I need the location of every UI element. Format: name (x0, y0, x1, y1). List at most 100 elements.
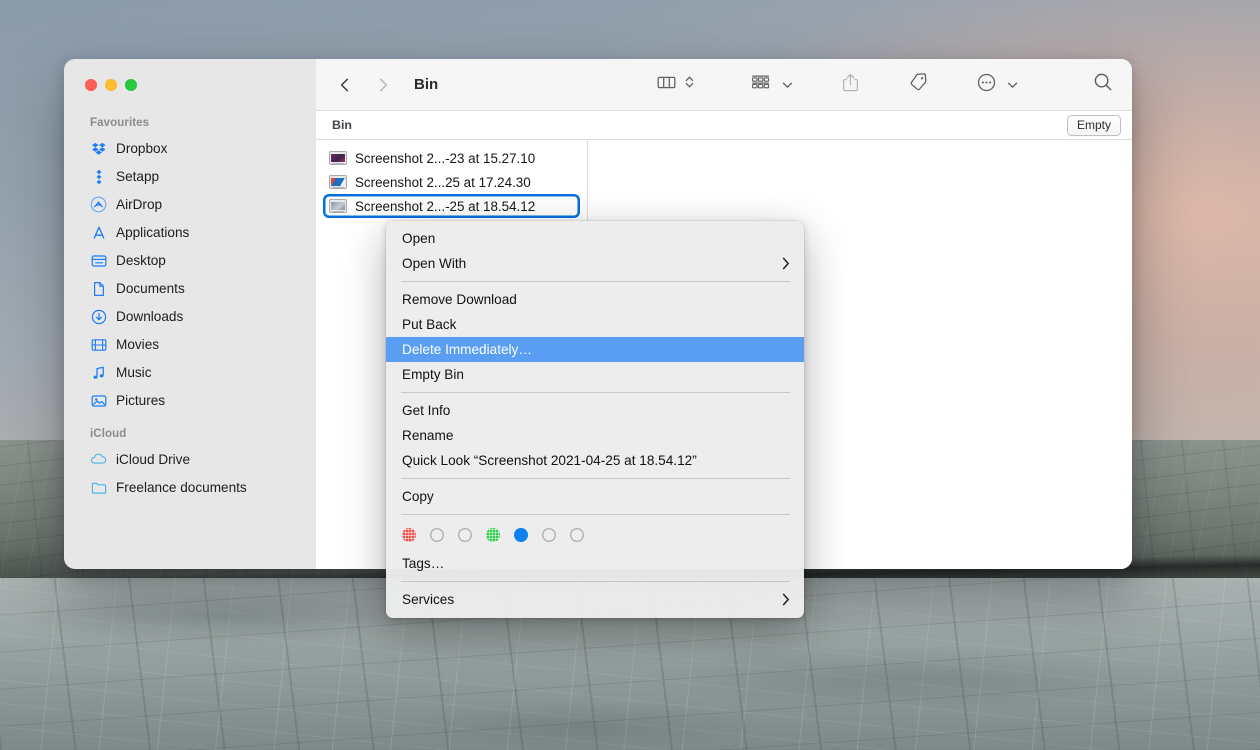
tag-color-red[interactable] (402, 528, 416, 542)
menu-item-label: Rename (402, 428, 454, 443)
chevron-updown-icon (685, 74, 694, 95)
share-button[interactable] (840, 72, 861, 98)
forward-button[interactable] (370, 72, 396, 98)
search-button[interactable] (1091, 72, 1115, 98)
column-view-icon (657, 74, 676, 96)
sidebar-item-pictures[interactable]: Pictures (73, 387, 307, 414)
sidebar-item-label: Freelance documents (116, 480, 247, 495)
file-row[interactable]: Screenshot 2...25 at 17.24.30 (323, 170, 580, 194)
tag-color-grey[interactable] (570, 528, 584, 542)
sidebar-item-desktop[interactable]: Desktop (73, 247, 307, 274)
back-button[interactable] (332, 72, 358, 98)
menu-item-label: Empty Bin (402, 367, 464, 382)
more-actions-button[interactable] (975, 72, 1020, 98)
close-button[interactable] (85, 79, 97, 91)
menu-item-rename[interactable]: Rename (386, 423, 804, 448)
tag-color-purple[interactable] (542, 528, 556, 542)
menu-item-label: Tags… (402, 556, 445, 571)
sidebar-item-downloads[interactable]: Downloads (73, 303, 307, 330)
menu-separator (401, 581, 790, 582)
menu-item-empty-bin[interactable]: Empty Bin (386, 362, 804, 387)
menu-item-label: Remove Download (402, 292, 517, 307)
menu-item-delete-immediately[interactable]: Delete Immediately… (386, 337, 804, 362)
finder-toolbar: Bin (316, 59, 1132, 111)
sidebar-item-music[interactable]: Music (73, 359, 307, 386)
sidebar-item-setapp[interactable]: Setapp (73, 163, 307, 190)
setapp-icon (90, 168, 107, 185)
menu-item-label: Delete Immediately… (402, 342, 532, 357)
desktop-icon (90, 252, 107, 269)
menu-item-label: Open With (402, 256, 467, 271)
menu-item-label: Open (402, 231, 436, 246)
menu-item-tags[interactable]: Tags… (386, 551, 804, 576)
menu-item-open-with[interactable]: Open With (386, 251, 804, 276)
sidebar-item-freelance-documents[interactable]: Freelance documents (73, 474, 307, 501)
sidebar-item-label: Dropbox (116, 141, 168, 156)
search-icon (1093, 72, 1113, 97)
sidebar-item-label: Movies (116, 337, 160, 352)
file-name: Screenshot 2...25 at 17.24.30 (355, 174, 531, 190)
cloud-icon (90, 451, 107, 468)
file-row-selected[interactable]: Screenshot 2...-25 at 18.54.12 (323, 194, 580, 218)
sidebar-item-label: Pictures (116, 393, 166, 408)
menu-item-services[interactable]: Services (386, 587, 804, 612)
share-icon (842, 73, 859, 97)
ellipsis-circle-icon (977, 73, 996, 97)
chevron-right-icon (782, 593, 790, 606)
sidebar-item-movies[interactable]: Movies (73, 331, 307, 358)
menu-separator (401, 514, 790, 515)
sidebar-item-airdrop[interactable]: AirDrop (73, 191, 307, 218)
group-by-button[interactable] (748, 72, 795, 98)
menu-item-get-info[interactable]: Get Info (386, 398, 804, 423)
path-bar: Bin Empty (316, 111, 1132, 140)
menu-separator (401, 478, 790, 479)
sidebar-item-label: Setapp (116, 169, 160, 184)
sidebar-item-label: Downloads (116, 309, 184, 324)
menu-item-label: Put Back (402, 317, 457, 332)
minimize-button[interactable] (105, 79, 117, 91)
applications-icon (90, 224, 107, 241)
sidebar-item-applications[interactable]: Applications (73, 219, 307, 246)
file-name: Screenshot 2...-23 at 15.27.10 (355, 150, 536, 166)
maximize-button[interactable] (125, 79, 137, 91)
desktop-wallpaper: Favourites Dropbox Setapp AirDrop Applic… (0, 0, 1260, 750)
sidebar-item-label: Applications (116, 225, 190, 240)
sidebar-item-dropbox[interactable]: Dropbox (73, 135, 307, 162)
empty-bin-button[interactable]: Empty (1066, 114, 1121, 136)
tag-color-orange[interactable] (430, 528, 444, 542)
sidebar-item-label: Documents (116, 281, 185, 296)
view-mode-button[interactable] (655, 72, 696, 98)
tag-color-blue[interactable] (514, 528, 528, 542)
sidebar-item-icloud-drive[interactable]: iCloud Drive (73, 446, 307, 473)
menu-separator (401, 281, 790, 282)
sidebar-section-icloud-title: iCloud (90, 428, 127, 440)
tag-color-green[interactable] (486, 528, 500, 542)
menu-item-open[interactable]: Open (386, 226, 804, 251)
menu-separator (401, 392, 790, 393)
menu-item-label: Services (402, 592, 455, 607)
sidebar-item-documents[interactable]: Documents (73, 275, 307, 302)
sidebar-item-label: Music (116, 365, 152, 380)
file-row[interactable]: Screenshot 2...-23 at 15.27.10 (323, 146, 580, 170)
file-name: Screenshot 2...-25 at 18.54.12 (355, 198, 536, 214)
downloads-icon (90, 308, 107, 325)
airdrop-icon (90, 196, 107, 213)
sidebar-item-label: AirDrop (116, 197, 163, 212)
menu-item-label: Copy (402, 489, 434, 504)
window-controls (64, 59, 316, 111)
menu-item-label: Get Info (402, 403, 451, 418)
menu-item-put-back[interactable]: Put Back (386, 312, 804, 337)
documents-icon (90, 280, 107, 297)
folder-icon (90, 479, 107, 496)
context-menu: Open Open With Remove Download Put Back … (386, 221, 804, 618)
tag-color-yellow[interactable] (458, 528, 472, 542)
menu-item-remove-download[interactable]: Remove Download (386, 287, 804, 312)
music-icon (90, 364, 107, 381)
tags-button[interactable] (906, 72, 930, 98)
screenshot-thumbnail-icon (329, 199, 347, 213)
chevron-down-icon (1007, 76, 1018, 94)
chevron-down-icon (782, 76, 793, 94)
menu-item-copy[interactable]: Copy (386, 484, 804, 509)
menu-item-quick-look[interactable]: Quick Look “Screenshot 2021-04-25 at 18.… (386, 448, 804, 473)
screenshot-thumbnail-icon (329, 175, 347, 189)
